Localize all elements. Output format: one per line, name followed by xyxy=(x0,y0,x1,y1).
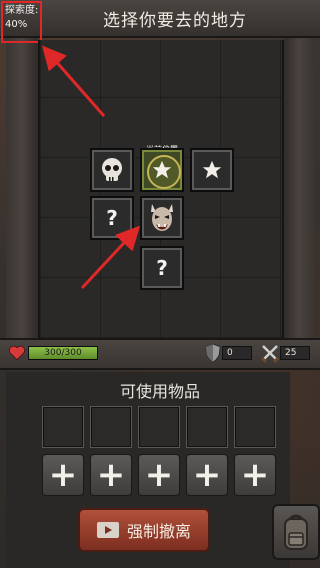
backpack-icon xyxy=(284,514,308,550)
add-item-button[interactable]: + xyxy=(234,454,276,496)
plus-icon: + xyxy=(192,455,222,495)
item-slot[interactable] xyxy=(186,406,228,448)
skull-icon xyxy=(102,158,122,181)
armor-value: 0 xyxy=(222,346,252,360)
item-slot[interactable] xyxy=(234,406,276,448)
map-tile-skull[interactable] xyxy=(90,148,134,192)
add-item-button[interactable]: + xyxy=(186,454,228,496)
right-pillar xyxy=(284,38,314,338)
health-bar: 300/300 xyxy=(28,346,98,360)
plus-icon: + xyxy=(144,455,174,495)
heart-icon xyxy=(9,345,25,361)
oni-mask-icon xyxy=(151,204,173,231)
left-pillar xyxy=(6,38,38,338)
add-item-button[interactable]: + xyxy=(90,454,132,496)
items-title: 可使用物品 xyxy=(119,382,200,401)
map-tile-demon[interactable] xyxy=(140,196,184,240)
item-slot[interactable] xyxy=(138,406,180,448)
shield-icon xyxy=(205,343,221,363)
unknown-mark: ? xyxy=(106,206,118,230)
add-item-button[interactable]: + xyxy=(42,454,84,496)
health-value: 300/300 xyxy=(44,348,82,358)
star-icon xyxy=(202,160,222,179)
star-icon xyxy=(152,160,172,179)
map-tile-unknown[interactable]: ? xyxy=(90,196,134,240)
map-tile-star[interactable] xyxy=(190,148,234,192)
video-play-icon xyxy=(96,522,119,538)
map-tile-unknown[interactable]: ? xyxy=(140,246,184,290)
annotation-highlight-box xyxy=(1,1,42,43)
plus-icon: + xyxy=(240,455,270,495)
attack-value: 25 xyxy=(280,346,310,360)
retreat-label: 强制撤离 xyxy=(126,522,191,541)
add-item-button[interactable]: + xyxy=(138,454,180,496)
backpack-button[interactable] xyxy=(272,504,320,560)
map-tile-current[interactable] xyxy=(140,148,184,192)
crossed-swords-icon xyxy=(260,345,280,363)
force-retreat-button[interactable]: 强制撤离 xyxy=(78,508,210,552)
plus-icon: + xyxy=(96,455,126,495)
plus-icon: + xyxy=(48,455,78,495)
item-slot[interactable] xyxy=(42,406,84,448)
page-title: 选择你要去的地方 xyxy=(103,11,247,31)
unknown-mark: ? xyxy=(156,256,168,280)
item-slot[interactable] xyxy=(90,406,132,448)
